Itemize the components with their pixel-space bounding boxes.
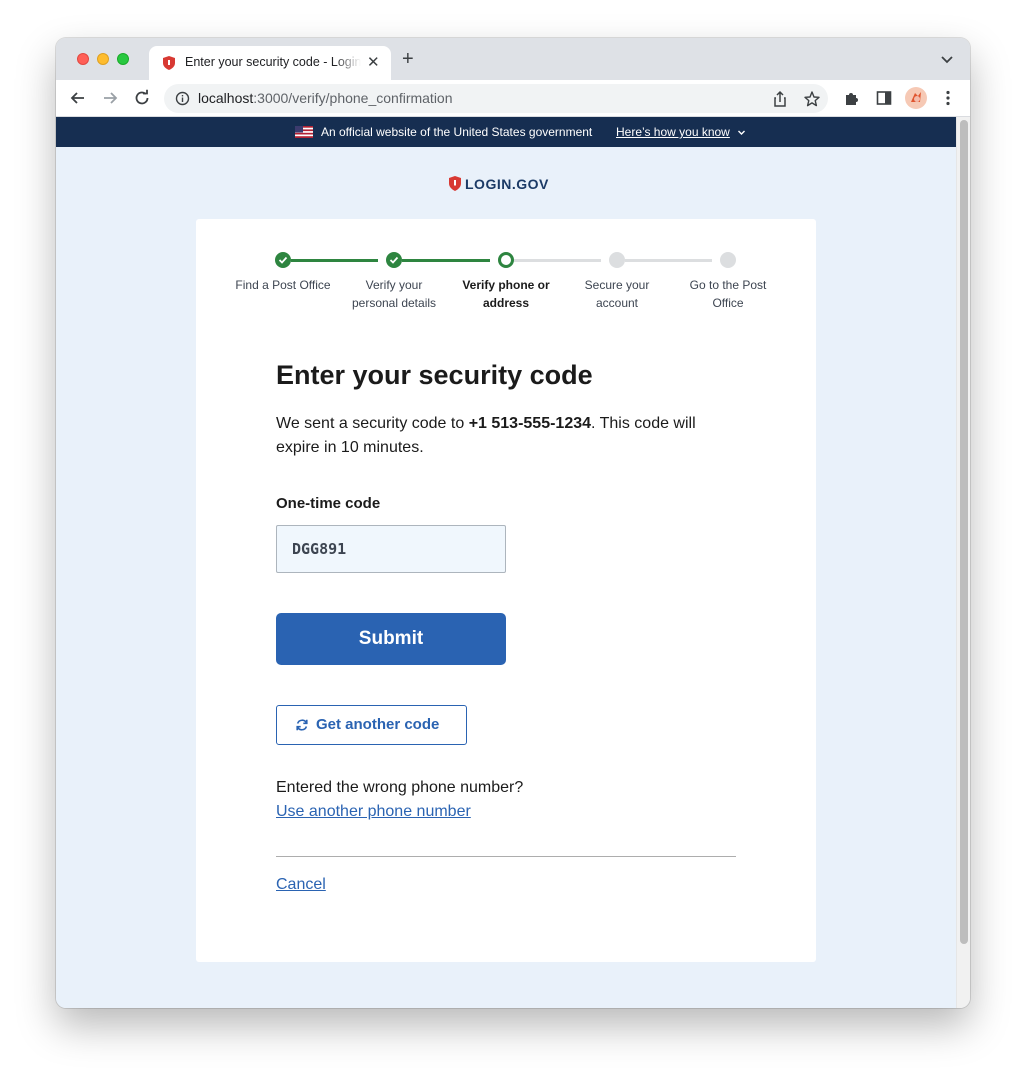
browser-tab[interactable]: Enter your security code - Login.gov ✕: [149, 46, 391, 80]
one-time-code-input[interactable]: DGG891: [276, 525, 506, 573]
page-title: Enter your security code: [276, 360, 593, 390]
page-scrollbar[interactable]: [956, 117, 970, 1008]
step-3-current-dot: [498, 252, 514, 268]
url-host: localhost: [198, 90, 254, 106]
share-icon[interactable]: [771, 90, 789, 108]
submit-button[interactable]: Submit: [276, 613, 506, 665]
gov-banner: An official website of the United States…: [56, 117, 956, 147]
step-2-complete-check-icon: [386, 252, 402, 268]
maximize-window-button[interactable]: [117, 53, 129, 65]
step-5-pending-dot: [720, 252, 736, 268]
step-1-complete-check-icon: [275, 252, 291, 268]
side-panel-icon[interactable]: [875, 89, 893, 107]
tab-strip: Enter your security code - Login.gov ✕ +: [56, 38, 970, 80]
minimize-window-button[interactable]: [97, 53, 109, 65]
step-4-pending-dot: [609, 252, 625, 268]
page-viewport: An official website of the United States…: [56, 117, 956, 1008]
address-bar[interactable]: localhost:3000/verify/phone_confirmation: [164, 84, 828, 113]
browser-toolbar: localhost:3000/verify/phone_confirmation: [56, 80, 970, 117]
step-label: Secure your account: [584, 278, 650, 310]
get-another-code-button[interactable]: Get another code: [276, 705, 467, 745]
profile-avatar-icon[interactable]: [905, 87, 927, 109]
tab-search-chevron-icon[interactable]: [940, 52, 954, 66]
url-text: localhost:3000/verify/phone_confirmation: [198, 90, 453, 106]
wrong-number-text: Entered the wrong phone number?: [276, 779, 524, 796]
browser-window: Enter your security code - Login.gov ✕ +…: [56, 38, 970, 1008]
get-another-code-label: Get another code: [316, 716, 440, 733]
login-gov-favicon-icon: [163, 56, 175, 70]
step-label-current: Verify phone or address: [462, 278, 550, 310]
shield-logo-icon: [449, 176, 461, 191]
main-card: Find a Post Office Verify your personal d…: [196, 219, 816, 962]
site-info-icon[interactable]: [175, 91, 190, 106]
step-connector: [514, 259, 601, 262]
step-connector: [402, 259, 490, 262]
reload-icon[interactable]: [133, 89, 151, 107]
chevron-down-icon[interactable]: [737, 128, 746, 137]
tab-title: Enter your security code - Login.gov: [185, 55, 361, 69]
gov-banner-text: An official website of the United States…: [321, 125, 593, 139]
scrollbar-thumb[interactable]: [960, 120, 968, 944]
cancel-link[interactable]: Cancel: [276, 876, 326, 894]
back-arrow-icon[interactable]: [69, 89, 87, 107]
extensions-puzzle-icon[interactable]: [843, 89, 861, 107]
close-window-button[interactable]: [77, 53, 89, 65]
divider: [276, 856, 736, 857]
step-label: Verify your personal details: [351, 278, 437, 310]
us-flag-icon: [295, 126, 313, 138]
phone-number: +1 513-555-1234: [468, 415, 592, 432]
step-connector: [625, 259, 712, 262]
heres-how-you-know-link[interactable]: Here’s how you know: [616, 125, 730, 139]
new-tab-icon[interactable]: +: [402, 49, 414, 69]
use-another-phone-link[interactable]: Use another phone number: [276, 803, 471, 821]
step-connector: [291, 259, 378, 262]
forward-arrow-icon[interactable]: [101, 89, 119, 107]
step-label: Go to the Post Office: [689, 278, 767, 310]
url-path: :3000/verify/phone_confirmation: [253, 90, 453, 106]
intro-text: We sent a security code to +1 513-555-12…: [276, 415, 696, 456]
browser-menu-icon[interactable]: [939, 89, 957, 107]
step-label: Find a Post Office: [235, 278, 331, 292]
logo-text: LOGIN.GOV: [465, 176, 549, 192]
tab-close-icon[interactable]: ✕: [367, 53, 380, 71]
bookmark-star-icon[interactable]: [803, 90, 821, 108]
refresh-icon: [296, 719, 308, 731]
one-time-code-label: One-time code: [276, 495, 381, 512]
